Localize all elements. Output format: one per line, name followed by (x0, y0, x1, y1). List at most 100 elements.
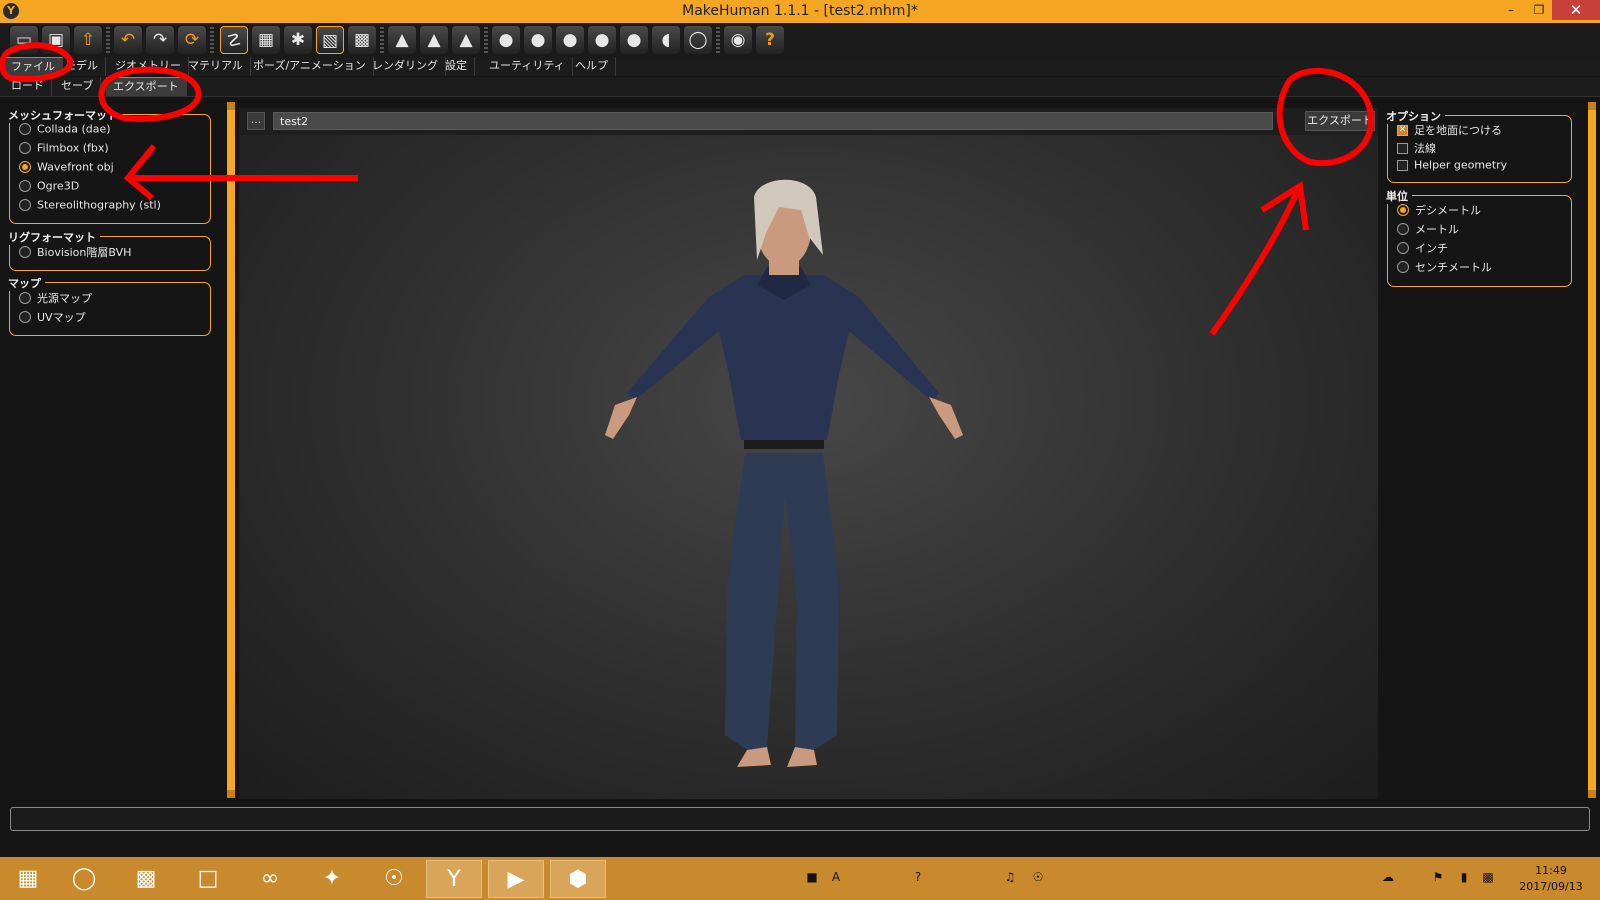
radio-decimeter[interactable]: デシメートル (1397, 202, 1481, 220)
check-helper-geometry[interactable]: Helper geometry (1397, 158, 1507, 176)
radio-indicator[interactable] (19, 123, 31, 135)
reset-icon[interactable]: ⟳ (178, 26, 206, 54)
right-view-icon[interactable]: ● (556, 26, 584, 54)
radio-inch[interactable]: インチ (1397, 240, 1448, 258)
smooth-icon[interactable]: ☡ (220, 26, 248, 54)
checkbox[interactable] (1397, 159, 1408, 171)
radio-stereolithography[interactable]: Stereolithography (stl) (19, 198, 161, 216)
battery-icon[interactable]: ▮ (1456, 869, 1472, 885)
radio-ogre3d[interactable]: Ogre3D (19, 179, 79, 197)
windows-start-icon[interactable]: ▦ (0, 860, 56, 898)
scroll-down-icon[interactable] (1588, 790, 1596, 798)
tab-rendering[interactable]: レンダリング (365, 57, 446, 76)
radio-indicator[interactable] (19, 199, 31, 211)
radio-indicator[interactable] (19, 180, 31, 192)
tab-utilities[interactable]: ユーティリティ (482, 57, 573, 76)
checkbox-checked[interactable]: ✕ (1397, 124, 1408, 136)
browse-button[interactable]: ... (247, 112, 265, 130)
screenshot-icon[interactable]: ◉ (724, 26, 752, 54)
radio-centimeter[interactable]: センチメートル (1397, 259, 1492, 277)
radio-indicator[interactable] (19, 292, 31, 304)
dictionary-app-icon[interactable]: □ (180, 860, 236, 898)
radio-wavefront-obj[interactable]: Wavefront obj (19, 160, 114, 178)
save-icon[interactable]: ▣ (42, 26, 70, 54)
back-view-icon[interactable]: ● (588, 26, 616, 54)
flag-icon[interactable]: ⚑ (1430, 869, 1446, 885)
radio-uv-map[interactable]: UVマップ (19, 309, 86, 327)
front-view-icon[interactable]: ▲ (388, 26, 416, 54)
radio-biovision-bvh[interactable]: Biovision階層BVH (19, 244, 131, 262)
scroll-up-icon[interactable] (1588, 102, 1596, 110)
face-view-icon[interactable]: ● (492, 26, 520, 54)
radio-indicator[interactable] (1397, 261, 1409, 273)
blender-icon[interactable]: ☉ (366, 860, 422, 898)
tab-file[interactable]: ファイル (4, 57, 63, 76)
check-feet-on-ground[interactable]: ✕ 足を地面につける (1397, 122, 1502, 140)
top-view-icon[interactable]: ▲ (452, 26, 480, 54)
check-normals[interactable]: 法線 (1397, 140, 1436, 158)
left-view-icon[interactable]: ● (524, 26, 552, 54)
close-button[interactable]: ✕ (1552, 0, 1600, 20)
radio-filmbox[interactable]: Filmbox (fbx) (19, 141, 109, 159)
human-model[interactable] (239, 135, 1378, 799)
main-tab-bar: ファイル モデル ジオメトリー マテリアル ポーズ/アニメーション レンダリング… (0, 57, 1600, 76)
tab-pose-animation[interactable]: ポーズ/アニメーション (246, 57, 374, 76)
undo-icon[interactable]: ↶ (114, 26, 142, 54)
grid-icon[interactable]: ▧ (316, 26, 344, 54)
tab-settings[interactable]: 設定 (438, 57, 475, 76)
export-button[interactable]: エクスポート (1305, 111, 1375, 131)
ime-icon[interactable]: A (828, 869, 844, 885)
checkbox[interactable] (1397, 142, 1408, 154)
3d-viewport[interactable] (239, 135, 1378, 799)
radio-light-map[interactable]: 光源マップ (19, 290, 92, 308)
pose-icon[interactable]: ✱ (284, 26, 312, 54)
right-panel-scrollbar[interactable] (1588, 102, 1596, 798)
help-tray-icon[interactable]: ? (910, 869, 926, 885)
radio-indicator-selected[interactable] (19, 161, 31, 173)
reset-camera-icon[interactable]: ◯ (684, 26, 712, 54)
visual-studio-icon[interactable]: ∞ (242, 860, 298, 898)
radio-indicator[interactable] (19, 246, 31, 258)
shield-app-icon[interactable]: ⬢ (550, 860, 606, 898)
help-icon[interactable]: ? (756, 26, 784, 54)
export-icon[interactable]: ⇧ (74, 26, 102, 54)
checker-icon[interactable]: ▩ (348, 26, 376, 54)
radio-indicator[interactable] (19, 142, 31, 154)
subtab-save[interactable]: セーブ (54, 77, 102, 96)
radio-indicator[interactable] (1397, 242, 1409, 254)
maximize-button[interactable]: ❐ (1524, 0, 1554, 20)
redo-icon[interactable]: ↷ (146, 26, 174, 54)
robot-app-icon[interactable]: ▩ (118, 860, 174, 898)
network-icon[interactable]: ▩ (1480, 869, 1496, 885)
clock[interactable]: 11:49 2017/09/13 (1506, 863, 1596, 895)
tab-help[interactable]: ヘルプ (568, 57, 616, 76)
volume-icon[interactable]: ♫ (1002, 869, 1018, 885)
radio-indicator[interactable] (1397, 223, 1409, 235)
left-panel-scrollbar[interactable] (227, 102, 235, 798)
radio-collada[interactable]: Collada (dae) (19, 122, 111, 140)
media-player-icon[interactable]: ▶ (488, 860, 544, 898)
cd-drive-icon[interactable]: ◯ (56, 860, 112, 898)
tab-material[interactable]: マテリアル (181, 57, 251, 76)
scroll-up-icon[interactable] (227, 102, 235, 110)
unity-icon[interactable]: ✦ (304, 860, 360, 898)
subtab-export[interactable]: エクスポート (106, 77, 187, 96)
tab-geometry[interactable]: ジオメトリー (108, 57, 189, 76)
wireframe-icon[interactable]: ▦ (252, 26, 280, 54)
tab-model[interactable]: モデル (58, 57, 106, 76)
bluetooth-icon[interactable]: ☉ (1030, 869, 1046, 885)
radio-meter[interactable]: メートル (1397, 221, 1459, 239)
minimize-button[interactable]: – (1496, 0, 1526, 20)
bottom-view-icon[interactable]: ● (620, 26, 648, 54)
makehuman-icon[interactable]: Y (426, 860, 482, 898)
subtab-load[interactable]: ロード (4, 77, 52, 96)
file-load-icon[interactable]: ▭ (10, 26, 38, 54)
scroll-down-icon[interactable] (227, 790, 235, 798)
side-view-icon[interactable]: ▲ (420, 26, 448, 54)
radio-indicator[interactable] (19, 311, 31, 323)
tray-app-icon[interactable]: ■ (804, 869, 820, 885)
radio-indicator-selected[interactable] (1397, 204, 1409, 216)
filename-input[interactable] (273, 112, 1273, 130)
cloud-icon[interactable]: ☁ (1380, 869, 1396, 885)
symmetry-icon[interactable]: ◖ (652, 26, 680, 54)
